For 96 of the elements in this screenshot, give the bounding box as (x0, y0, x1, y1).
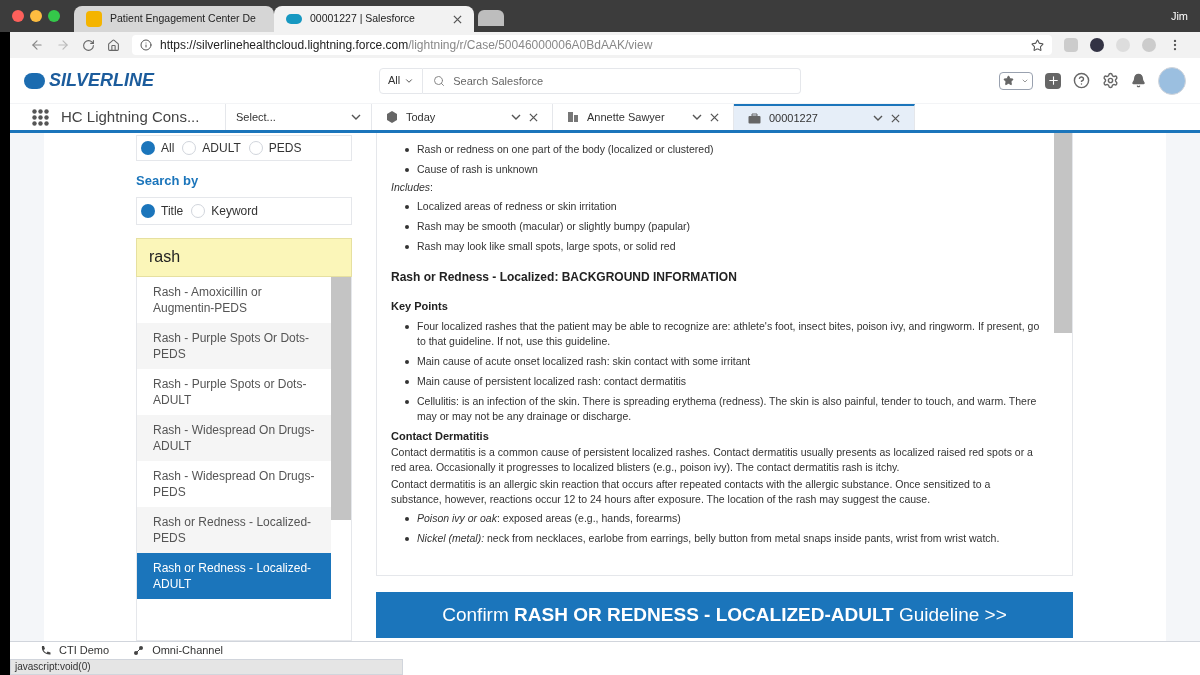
bullet-icon (405, 516, 409, 521)
help-icon[interactable] (1073, 72, 1090, 89)
hexagon-icon (386, 111, 398, 123)
extension-icon[interactable] (1090, 38, 1104, 52)
bullet-icon (405, 244, 409, 249)
status-bubble: javascript:void(0) (10, 659, 403, 675)
chevron-down-icon[interactable] (511, 112, 521, 122)
radio-button[interactable] (141, 141, 155, 155)
add-icon[interactable] (1045, 72, 1061, 89)
chevron-down-icon[interactable] (351, 112, 361, 122)
star-icon (1003, 75, 1015, 86)
app-name: HC Lightning Cons... (61, 106, 200, 127)
bullet-item: Rash may be smooth (macular) or slightly bumpy (papular) (391, 216, 1042, 236)
bullet-item: Rash or redness on one part of the body (localized or clustered) (391, 139, 1042, 159)
subheading: Contact Dermatitis (391, 428, 490, 444)
radio-option[interactable]: Keyword (191, 201, 258, 220)
favorites-button[interactable] (999, 71, 1033, 90)
home-icon[interactable] (107, 38, 120, 52)
url-text: https://silverlinehealthcloud.lightning.force.com/lightning/r/Case/50046000006A0BdAAK/view (160, 37, 654, 54)
object-select[interactable]: Select... (226, 104, 372, 130)
radio-option[interactable]: PEDS (248, 139, 302, 157)
new-tab-button[interactable] (478, 10, 504, 26)
document-icon (86, 11, 102, 27)
close-icon[interactable] (891, 113, 900, 123)
radio-option[interactable]: ADULT (182, 139, 241, 157)
bullet-icon (405, 224, 409, 229)
result-item[interactable]: Rash - Purple Spots Or Dots-PEDS (137, 322, 331, 369)
paragraph: Contact dermatitis is a common cause of persistent localized rashes. Contact dermatitis usually presents as localized raised red spots or a red area. Occasionally it progresses to localized blisters (e.g., poison ivy). The contact dermatitis rash is itchy. (391, 445, 1034, 475)
utility-item[interactable]: CTI Demo (40, 642, 110, 659)
logo[interactable]: SILVERLINE (48, 67, 154, 94)
bullet-item: Rash may look like small spots, large spots, or solid red (391, 236, 1042, 256)
browser-tab[interactable]: 00001227 | Salesforce (274, 6, 474, 32)
close-icon[interactable] (529, 112, 538, 122)
channel-icon (133, 645, 145, 656)
cloud-icon (24, 72, 45, 89)
bullet-item: Poison ivy or oak: exposed areas (e.g., hands, forearms) (391, 508, 1042, 528)
bullet-item: Cellulitis: is an infection of the skin. There is spreading erythema (redness). The skin is also painful, tender to touch, and warm. There may or may not be any drainage or discharge. (391, 391, 1042, 427)
bullet-icon (405, 204, 409, 209)
bookmark-star-icon[interactable] (1031, 38, 1044, 52)
radio-button[interactable] (248, 141, 263, 155)
bullet-item: Main cause of persistent localized rash: contact dermatitis (391, 371, 1042, 392)
search-icon (433, 74, 446, 87)
radio-button[interactable] (182, 141, 197, 155)
radio-button[interactable] (191, 203, 206, 218)
back-icon[interactable] (30, 38, 44, 52)
bullet-item: Four localized rashes that the patient may be able to recognize are: athlete's foot, insect bites, poison ivy, and ringworm. If present, go to that guideline. If not, use this guideline. (391, 316, 1042, 352)
result-item[interactable]: Rash or Redness - Localized-ADULT (137, 552, 331, 599)
search-scope-dropdown[interactable]: All (379, 67, 424, 94)
workspace-tab[interactable]: 00001227 (734, 104, 915, 130)
close-icon[interactable] (453, 14, 462, 24)
bullet-icon (405, 147, 409, 152)
section-heading: Rash or Redness - Localized: BACKGROUND INFORMATION (391, 269, 738, 286)
result-item[interactable]: Rash - Widespread On Drugs-ADULT (137, 414, 331, 461)
radio-option[interactable]: Title (141, 201, 184, 220)
close-window-icon[interactable] (12, 10, 24, 22)
search-field[interactable]: Search Salesforce (423, 67, 802, 94)
settings-icon[interactable] (1102, 72, 1119, 89)
chevron-down-icon[interactable] (873, 113, 883, 123)
bullet-item: Cause of rash is unknown (391, 159, 1042, 179)
bullet-icon (405, 400, 409, 404)
bullet-item: Main cause of acute onset localized rash: skin contact with some irritant (391, 351, 1042, 372)
briefcase-icon (748, 112, 761, 124)
result-item[interactable]: Rash or Redness - Localized-PEDS (137, 506, 331, 553)
maximize-window-icon[interactable] (48, 10, 60, 22)
app-launcher-icon[interactable] (32, 108, 49, 126)
bullet-icon (405, 325, 409, 329)
scrollbar[interactable] (331, 276, 351, 520)
paragraph: Includes: (391, 180, 435, 195)
scrollbar[interactable] (1054, 133, 1072, 333)
bullet-icon (405, 167, 409, 172)
radio-option[interactable]: All (141, 139, 175, 157)
workspace-tab[interactable]: Today (372, 104, 553, 130)
chevron-down-icon[interactable] (692, 112, 702, 122)
section-label: Search by (136, 172, 200, 190)
minimize-window-icon[interactable] (30, 10, 42, 22)
cloud-icon (286, 14, 302, 24)
notifications-icon[interactable] (1131, 73, 1146, 88)
building-icon (567, 111, 579, 123)
bullet-item: Nickel (metal): neck from necklaces, earlobe from earrings, belly button from metal snaps inside pants, wrist from wrist watch. (391, 528, 1042, 548)
browser-tab[interactable]: Patient Engagement Center De (74, 6, 274, 32)
confirm-button[interactable]: Confirm RASH OR REDNESS - LOCALIZED-ADULT Guideline >> (376, 592, 1073, 638)
radio-button[interactable] (141, 203, 155, 218)
info-icon (140, 39, 152, 51)
profile-name[interactable]: Jim (1170, 7, 1188, 25)
bullet-icon (405, 380, 409, 384)
subheading: Key Points (391, 299, 449, 314)
utility-item[interactable]: Omni-Channel (133, 642, 224, 659)
query-field[interactable]: rash (136, 237, 352, 277)
close-icon[interactable] (710, 112, 719, 122)
phone-icon (40, 645, 51, 656)
paragraph: Contact dermatitis is an allergic skin reaction that occurs after repeated contacts with the allergic substance. Once sensitized to a substance, however, reactions occur 12 to 24 hours after exposure. The location of the rash may suggest the cause. (391, 477, 992, 507)
bullet-icon (405, 536, 409, 541)
reload-icon[interactable] (82, 38, 95, 52)
address-bar[interactable]: https://silverlinehealthcloud.lightning.force.com/lightning/r/Case/50046000006A0BdAAK/view (132, 35, 1052, 55)
bullet-icon (405, 360, 409, 364)
bullet-item: Localized areas of redness or skin irritation (391, 196, 1042, 216)
